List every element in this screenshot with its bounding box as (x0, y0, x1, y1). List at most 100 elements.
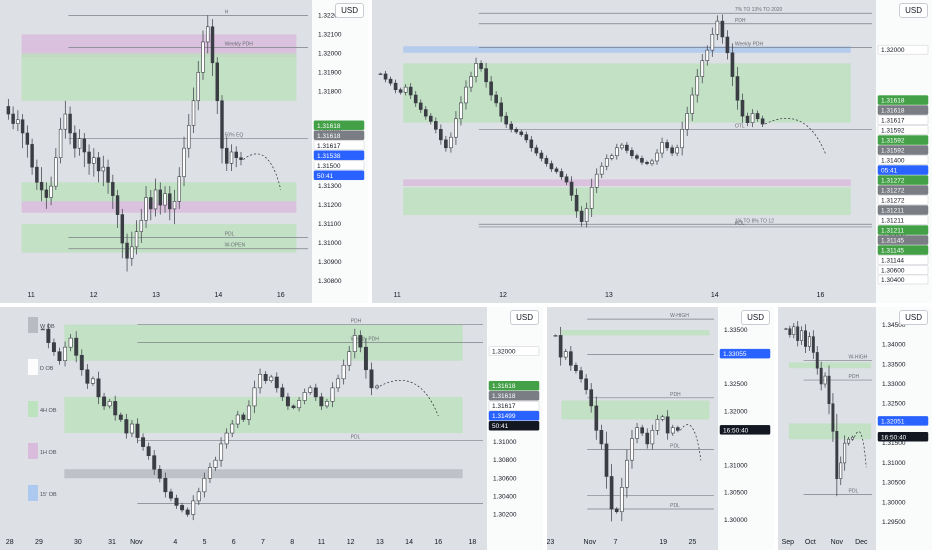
candle (135, 423, 140, 438)
y-tick-label: 1.31300 (318, 183, 342, 190)
y-tick-label: 1.31000 (882, 460, 906, 467)
candle (529, 139, 534, 149)
level-label: OTL (735, 123, 745, 129)
candle (574, 194, 579, 212)
candle (558, 335, 563, 358)
candle (839, 462, 843, 479)
candle (57, 351, 62, 362)
candle (118, 414, 123, 420)
candle (815, 352, 819, 369)
candle (107, 401, 112, 407)
candle (129, 423, 134, 434)
price-badge-label: 50:41 (317, 173, 334, 180)
x-tick-label: 12 (347, 539, 355, 546)
candle (158, 189, 163, 206)
ob-zone-green (21, 224, 297, 253)
price-badge-label: 1.31499 (492, 413, 516, 420)
chart-canvas[interactable]: PDHWeekly PDHPDL1.320001.312001.310001.3… (0, 307, 543, 550)
candle (792, 326, 796, 335)
candle (413, 94, 418, 104)
candle (308, 387, 313, 393)
candle (182, 147, 186, 177)
chart-panel-4[interactable]: W-HIGH PDH PDL PDL 1.33500 1.33055 1.32500 1.32… (547, 307, 774, 550)
chart-panel-1[interactable]: H Weekly PDH 50% EQ PDL W-OPEN 1.32200 1.32100… (0, 0, 368, 303)
candle (645, 161, 649, 164)
candle (82, 138, 87, 153)
candle (695, 76, 700, 96)
currency-label[interactable]: USD (335, 3, 364, 18)
projection-path (680, 424, 702, 461)
candle (168, 193, 172, 210)
level-label: PDL (351, 434, 361, 440)
currency-label[interactable]: USD (899, 3, 928, 18)
candle (594, 173, 599, 188)
candle (96, 157, 101, 172)
chart-panel-5[interactable]: W-HIGH PDH PDL 1.34500 1.34000 1.33500 1.33000… (778, 307, 932, 550)
y-tick-label: 1.31100 (318, 221, 341, 228)
candle (740, 99, 745, 117)
x-tick-label: 11 (394, 292, 401, 299)
y-tick-label: 1.29500 (882, 519, 906, 526)
x-tick-label: 18 (468, 539, 476, 546)
candle (660, 142, 664, 154)
candle (153, 189, 158, 210)
candle (819, 367, 823, 385)
candle (139, 219, 144, 232)
level-label: W-HIGH (670, 313, 689, 319)
candle (77, 138, 82, 149)
candle (85, 369, 90, 384)
level-label: PDL (670, 443, 680, 449)
chart-canvas[interactable]: W-HIGH PDH PDL PDL 1.33500 1.33055 1.32500 1.32… (547, 307, 774, 550)
level-label: H (225, 9, 229, 15)
candle (619, 487, 624, 513)
candle (464, 86, 468, 104)
candle (258, 373, 263, 389)
candle (408, 86, 413, 96)
candle (92, 157, 96, 164)
candle (569, 181, 574, 196)
candle (635, 155, 639, 159)
price-badge-label: 1.32000 (881, 47, 905, 54)
chart-panel-2[interactable]: 7% TO 13% TO 2020 PDH Weekly PDH OTL 1% TO 8… (372, 0, 932, 303)
candle (246, 405, 251, 420)
candle (625, 459, 629, 488)
candle (788, 328, 792, 335)
candle (434, 121, 438, 130)
chart-canvas[interactable]: HWeekly PDH50% EQPDLW-OPEN1.322001.32100… (0, 0, 368, 303)
candle (665, 142, 669, 149)
candle (220, 100, 224, 149)
x-tick-label: 29 (35, 539, 43, 546)
y-tick-label: 1.32500 (882, 401, 906, 408)
x-tick-label: 12 (90, 292, 98, 299)
candle (534, 147, 539, 154)
chart-canvas[interactable]: 7% TO 13% TO 2020PDHWeekly PDHOTL1% TO 8… (372, 0, 932, 303)
x-tick-label: 13 (152, 292, 160, 299)
legend-swatch (28, 443, 38, 459)
candle (630, 150, 634, 156)
candle (827, 375, 831, 405)
currency-label[interactable]: USD (510, 310, 539, 325)
currency-label[interactable]: USD (741, 310, 770, 325)
chart-canvas[interactable]: W-HIGHPDHPDL1.345001.340001.335001.33000… (778, 307, 932, 550)
x-tick-label: 7 (261, 539, 265, 546)
candle (509, 123, 514, 130)
currency-label[interactable]: USD (899, 310, 928, 325)
candle (229, 151, 234, 164)
projection-path (764, 117, 826, 155)
candle (519, 131, 524, 135)
candle (96, 378, 101, 398)
candle (352, 335, 357, 352)
x-tick-label: 25 (688, 539, 696, 546)
level-label: 50% EQ (225, 133, 244, 139)
candle (755, 113, 760, 120)
candle (599, 430, 604, 445)
candle (241, 414, 246, 420)
chart-panel-3[interactable]: PDHWeekly PDHPDL1.320001.312001.310001.3… (0, 307, 543, 550)
candle (784, 328, 788, 330)
y-tick-label: 1.30900 (318, 259, 342, 266)
candle (655, 152, 659, 162)
x-tick-label: 13 (376, 539, 384, 546)
candle (215, 62, 219, 102)
level-label: PDH (735, 18, 746, 24)
candle (375, 385, 380, 389)
